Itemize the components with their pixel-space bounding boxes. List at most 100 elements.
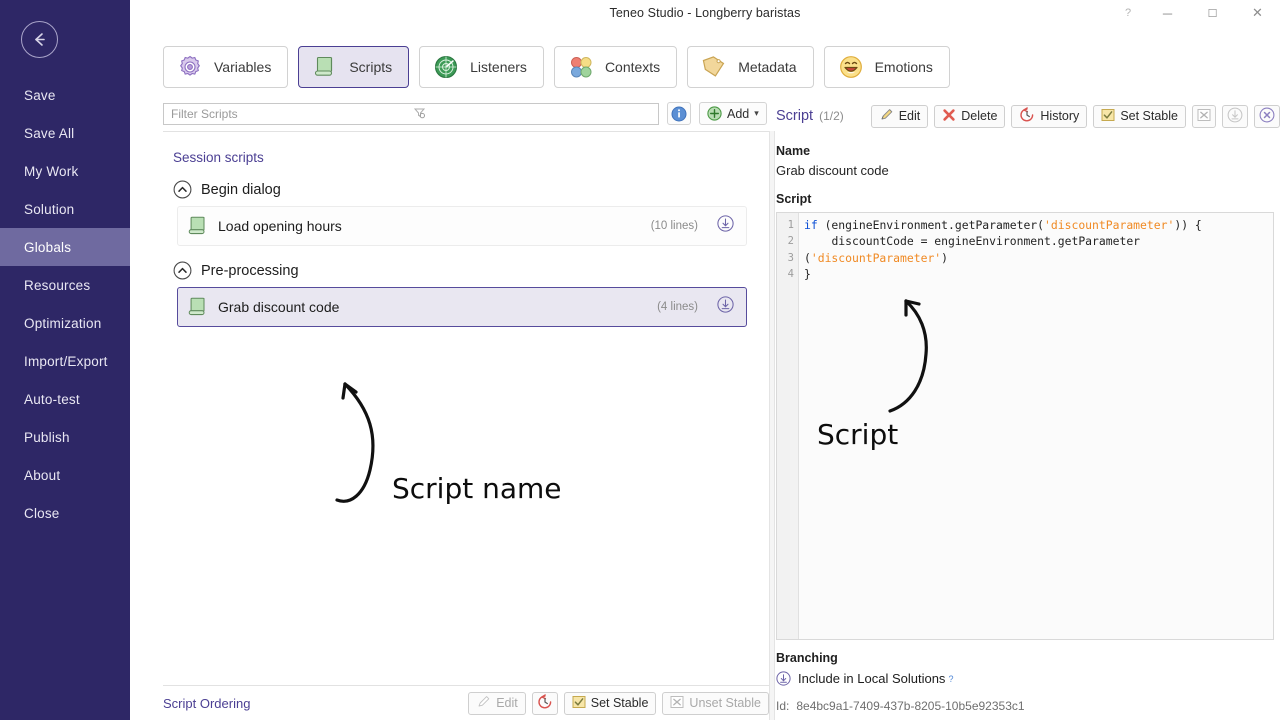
detail-button-group: Edit Delete History Set Stable xyxy=(871,105,1280,128)
pencil-icon xyxy=(879,107,894,122)
four-dots-icon xyxy=(568,54,594,80)
tab-listeners[interactable]: Listeners xyxy=(419,46,544,88)
radar-icon xyxy=(433,54,459,80)
checkbox-yellow-icon xyxy=(1101,108,1115,122)
download-circle-icon[interactable] xyxy=(717,215,734,237)
red-x-icon xyxy=(942,108,956,125)
tag-icon xyxy=(701,54,727,80)
sidebar-item-optimization[interactable]: Optimization xyxy=(0,304,130,342)
chevron-up-icon xyxy=(173,180,192,199)
sidebar: Save Save All My Work SolutionGlobalsResour… xyxy=(0,0,130,720)
x-box-icon xyxy=(670,695,684,709)
sidebar-item-save-all[interactable]: Save All xyxy=(0,114,130,152)
chevron-up-icon xyxy=(173,261,192,280)
sidebar-item-resources[interactable]: Resources xyxy=(0,266,130,304)
script-group-name: Pre-processing xyxy=(201,263,299,279)
button-label: History xyxy=(1040,109,1079,123)
title-bar: Teneo Studio - Longberry baristas ? ─ ☐ … xyxy=(130,0,1280,26)
sidebar-item-auto-test[interactable]: Auto-test xyxy=(0,380,130,418)
history-button[interactable]: History xyxy=(1011,105,1087,128)
sidebar-item-label: Publish xyxy=(24,430,70,445)
button-label: Delete xyxy=(961,109,997,123)
smiley-icon xyxy=(838,54,864,80)
panel-splitter[interactable] xyxy=(769,131,775,720)
script-ordering-link[interactable]: Script Ordering xyxy=(163,696,468,711)
sidebar-item-my-work[interactable]: My Work xyxy=(0,152,130,190)
x-box-button xyxy=(1192,105,1216,128)
tab-contexts[interactable]: Contexts xyxy=(554,46,677,88)
sidebar-item-label: Close xyxy=(24,506,60,521)
download-circle-icon[interactable] xyxy=(717,296,734,318)
tab-label: Contexts xyxy=(605,59,660,75)
tab-emotions[interactable]: Emotions xyxy=(824,46,950,88)
sidebar-item-save[interactable]: Save xyxy=(0,76,130,114)
tab-label: Variables xyxy=(214,59,271,75)
app-window: Save Save All My Work SolutionGlobalsResour… xyxy=(0,0,1280,720)
chevron-up-icon[interactable] xyxy=(173,180,192,199)
script-row[interactable]: Grab discount code (4 lines) xyxy=(177,287,747,327)
script-group-header[interactable]: Begin dialog xyxy=(173,180,769,199)
script-row-name: Load opening hours xyxy=(218,218,641,234)
x-circle-button[interactable] xyxy=(1254,105,1280,128)
x-circle-icon xyxy=(1259,107,1275,123)
back-button[interactable] xyxy=(21,21,58,58)
sidebar-item-import-export[interactable]: Import/Export xyxy=(0,342,130,380)
delete-button[interactable]: Delete xyxy=(934,105,1005,128)
info-button[interactable] xyxy=(667,102,691,125)
tab-label: Metadata xyxy=(738,59,796,75)
red-x-icon xyxy=(942,108,956,122)
sidebar-item-label: About xyxy=(24,468,60,483)
set-stable-button[interactable]: Set Stable xyxy=(564,692,657,715)
edit-button[interactable]: Edit xyxy=(871,105,929,128)
help-hint-icon[interactable]: ? xyxy=(948,674,953,684)
pencil-icon xyxy=(879,107,894,125)
filter-clear-icon[interactable] xyxy=(413,106,655,122)
sidebar-item-label: My Work xyxy=(24,164,78,179)
sidebar-item-about[interactable]: About xyxy=(0,456,130,494)
sidebar-item-label: Save xyxy=(24,88,56,103)
tab-bar: Variables ScriptsListeners Contexts Metadat… xyxy=(163,46,950,88)
tab-metadata[interactable]: Metadata xyxy=(687,46,813,88)
add-script-button[interactable]: Add ▾ xyxy=(699,102,767,125)
chevron-up-icon[interactable] xyxy=(173,261,192,280)
checkbox-yellow-icon xyxy=(572,695,586,709)
script-row-name: Grab discount code xyxy=(218,299,647,315)
annotation-label-script-name: Script name xyxy=(392,472,562,505)
scroll-icon xyxy=(312,54,338,80)
sidebar-item-solution[interactable]: Solution xyxy=(0,190,130,228)
pencil-icon xyxy=(476,694,491,712)
scroll-icon xyxy=(186,295,210,319)
x-circle-icon xyxy=(1259,107,1275,126)
sidebar-item-publish[interactable]: Publish xyxy=(0,418,130,456)
tab-variables[interactable]: Variables xyxy=(163,46,288,88)
help-button[interactable]: ? xyxy=(1111,0,1145,26)
x-box-icon xyxy=(670,695,684,712)
scroll-icon xyxy=(186,214,210,238)
add-button-label: Add xyxy=(727,107,749,121)
maximize-button[interactable]: ☐ xyxy=(1190,0,1235,26)
id-value: 8e4bc9a1-7409-437b-8205-10b5e92353c1 xyxy=(796,699,1024,713)
minimize-button[interactable]: ─ xyxy=(1145,0,1190,26)
filter-scripts-input[interactable]: Filter Scripts xyxy=(163,103,659,125)
scripts-list-panel: Session scripts Begin dialogLoad opening… xyxy=(163,131,769,683)
download-circle-icon xyxy=(717,215,734,232)
set-stable-button[interactable]: Set Stable xyxy=(1093,105,1186,128)
script-row-lines: (10 lines) xyxy=(651,220,698,232)
download-circle-icon xyxy=(776,671,791,686)
button-label: Edit xyxy=(899,109,921,123)
main-content: Variables ScriptsListeners Contexts Metadat… xyxy=(130,26,1280,720)
script-row-lines: (4 lines) xyxy=(657,301,698,313)
sidebar-item-close[interactable]: Close xyxy=(0,494,130,532)
detail-header: Script (1/2) EditDeleteHistorySet Stable xyxy=(776,102,1280,130)
line-number-gutter: 1 2 3 4 xyxy=(777,213,799,639)
include-local-solutions-row[interactable]: Include in Local Solutions ? xyxy=(776,671,1280,686)
sidebar-item-globals[interactable]: Globals xyxy=(0,228,130,266)
filter-placeholder: Filter Scripts xyxy=(171,107,413,121)
script-row[interactable]: Load opening hours (10 lines) xyxy=(177,206,747,246)
history-button[interactable] xyxy=(532,692,558,715)
close-button[interactable]: ✕ xyxy=(1235,0,1280,26)
x-box-icon xyxy=(1197,108,1211,125)
scroll-icon xyxy=(312,54,338,80)
script-group-header[interactable]: Pre-processing xyxy=(173,261,769,280)
tab-scripts[interactable]: Scripts xyxy=(298,46,409,88)
